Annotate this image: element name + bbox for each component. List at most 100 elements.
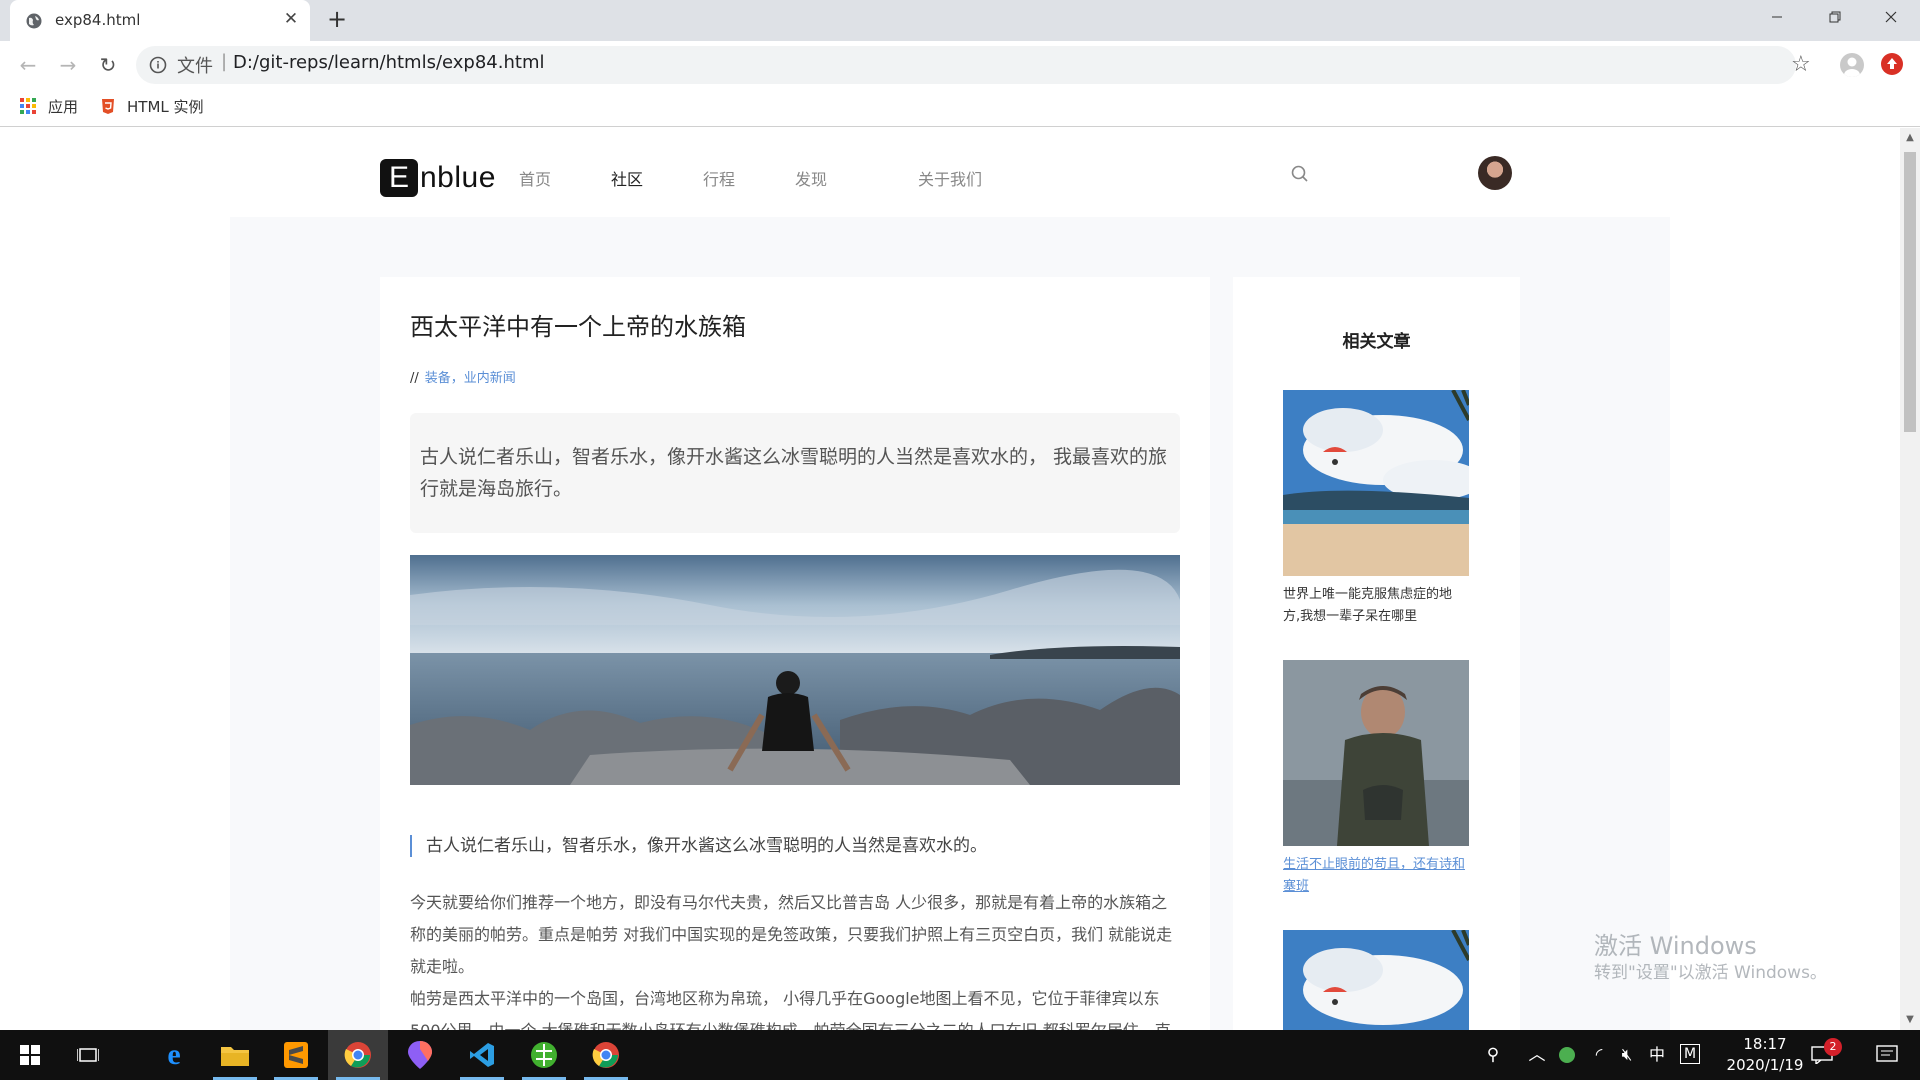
clock-time[interactable]: 18:17 — [1720, 1035, 1810, 1053]
vscode-icon — [470, 1043, 494, 1067]
scroll-down-icon[interactable]: ▼ — [1900, 1012, 1920, 1028]
folder-icon — [221, 1047, 249, 1066]
task-view-button[interactable] — [58, 1030, 118, 1080]
taskbar-map-app[interactable] — [390, 1030, 450, 1080]
article-quote: 古人说仁者乐山，智者乐水，像开水酱这么冰雪聪明的人当然是喜欢水的。 — [410, 835, 1180, 857]
chrome-icon — [592, 1042, 619, 1068]
restore-icon — [1829, 11, 1841, 23]
article-body: 今天就要给你们推荐一个地方，即没有马尔代夫贵，然后又比普吉岛 人少很多，那就是有… — [410, 887, 1180, 1030]
action-center-icon — [1876, 1045, 1898, 1062]
beach-parachute-photo — [1283, 930, 1469, 1030]
restore-button[interactable] — [1806, 0, 1864, 36]
close-icon — [1885, 11, 1897, 23]
windows-logo-icon — [20, 1045, 40, 1065]
taskbar-chrome[interactable] — [576, 1030, 636, 1080]
nav-trips[interactable]: 行程 — [703, 166, 735, 190]
chat-notification-button[interactable] — [1800, 1030, 1844, 1080]
clock-date[interactable]: 2020/1/19 — [1720, 1056, 1810, 1074]
scroll-thumb[interactable] — [1904, 152, 1916, 432]
beach-parachute-photo — [1283, 390, 1469, 576]
article-lead: 古人说仁者乐山，智者乐水，像开水酱这么冰雪聪明的人当然是喜欢水的， 我最喜欢的旅… — [410, 413, 1180, 533]
related-card-image[interactable] — [1283, 390, 1469, 576]
hero-image — [410, 555, 1180, 785]
activation-watermark-title: 激活 Windows — [1594, 932, 1757, 960]
bookmark-label: 应用 — [48, 97, 79, 116]
globe-icon — [26, 13, 42, 29]
related-card-image[interactable] — [1283, 930, 1469, 1030]
show-hidden-icons-chevron-icon[interactable]: ︿ — [1526, 1044, 1548, 1066]
people-icon[interactable]: ⚲ — [1482, 1044, 1504, 1066]
profile-avatar-button[interactable] — [1840, 53, 1864, 77]
html-logo-icon — [102, 99, 114, 114]
ime-mode-icon[interactable]: M — [1680, 1044, 1700, 1064]
seaside-photo — [410, 555, 1180, 785]
task-view-icon — [77, 1048, 99, 1062]
browser-tab[interactable]: exp84.html ✕ — [10, 0, 310, 41]
info-icon[interactable] — [148, 55, 168, 75]
nav-discover[interactable]: 发现 — [795, 166, 827, 190]
article-paragraph: 今天就要给你们推荐一个地方，即没有马尔代夫贵，然后又比普吉岛 人少很多，那就是有… — [410, 893, 1173, 976]
edge-icon: e — [167, 1038, 181, 1071]
article-title: 西太平洋中有一个上帝的水族箱 — [410, 313, 746, 341]
logo-wordmark: nblue — [420, 161, 496, 194]
back-button[interactable]: ← — [14, 51, 42, 79]
taskbar-green-app[interactable] — [514, 1030, 574, 1080]
windows-taskbar: e ⚲ ︿ ◜ 🔇︎ 中 M 18:17 2020/1/19 2 — [0, 1030, 1920, 1080]
download-arrow-icon — [1887, 58, 1897, 69]
new-tab-button[interactable]: + — [325, 7, 349, 32]
network-icon[interactable]: ◜ — [1588, 1044, 1610, 1066]
forward-arrow-icon: → — [59, 53, 77, 77]
action-center-button[interactable] — [1862, 1030, 1912, 1080]
balloon-pin-icon — [408, 1041, 432, 1069]
minimize-button[interactable] — [1748, 0, 1806, 36]
scroll-up-icon[interactable]: ▲ — [1900, 130, 1920, 146]
nav-home[interactable]: 首页 — [519, 166, 551, 190]
taskbar-chrome-active[interactable] — [328, 1030, 388, 1080]
article-paragraph: 帕劳是西太平洋中的一个岛国，台湾地区称为帛琉， 小得几乎在Google地图上看不… — [410, 989, 1171, 1030]
start-button[interactable] — [0, 1030, 60, 1080]
page-viewport: E nblue 首页 社区 行程 发现 关于我们 西太平洋中有一个上帝的水族箱 … — [0, 128, 1900, 1030]
volume-muted-icon[interactable]: 🔇︎ — [1616, 1044, 1638, 1066]
related-card-image[interactable] — [1283, 660, 1469, 846]
forward-button[interactable]: → — [54, 51, 82, 79]
user-avatar[interactable] — [1478, 156, 1512, 190]
browser-toolbar: ← → ↻ 文件 | D:/git-reps/learn/htmls/exp84… — [0, 41, 1920, 89]
activation-watermark-hint: 转到"设置"以激活 Windows。 — [1594, 963, 1827, 983]
bookmarks-bar: 应用 HTML 实例 — [0, 89, 1920, 127]
tab-strip: exp84.html ✕ + — [0, 0, 1920, 41]
tags-links[interactable]: 装备，业内新闻 — [425, 371, 516, 386]
article-card: 西太平洋中有一个上帝的水族箱 // 装备，业内新闻 古人说仁者乐山，智者乐水，像开… — [380, 277, 1210, 1030]
minimize-icon — [1772, 16, 1782, 18]
person-icon — [1844, 57, 1860, 77]
article-tags: // 装备，业内新闻 — [410, 367, 516, 386]
page-scrollbar[interactable]: ▲ ▼ — [1900, 128, 1920, 1030]
bookmark-star-icon[interactable]: ☆ — [1791, 54, 1813, 76]
reload-button[interactable]: ↻ — [94, 51, 122, 79]
url-text[interactable]: D:/git-reps/learn/htmls/exp84.html — [233, 52, 544, 73]
taskbar-vscode[interactable] — [452, 1030, 512, 1080]
site-container: E nblue 首页 社区 行程 发现 关于我们 西太平洋中有一个上帝的水族箱 … — [230, 128, 1670, 1030]
taskbar-sublime[interactable] — [266, 1030, 326, 1080]
tags-prefix: // — [410, 371, 419, 386]
close-tab-icon[interactable]: ✕ — [282, 10, 300, 28]
ime-indicator[interactable]: 中 — [1646, 1044, 1668, 1066]
related-card-title[interactable]: 世界上唯一能克服焦虑症的地方,我想一辈子呆在哪里 — [1283, 584, 1469, 628]
back-arrow-icon: ← — [19, 53, 37, 77]
bookmark-html-examples[interactable]: HTML 实例 — [99, 89, 204, 123]
green-globe-icon — [531, 1042, 557, 1068]
extension-button[interactable] — [1881, 53, 1903, 75]
taskbar-edge[interactable]: e — [144, 1030, 204, 1080]
site-logo[interactable]: E nblue — [380, 159, 496, 197]
file-scheme-label: 文件 — [177, 56, 213, 77]
taskbar-file-explorer[interactable] — [205, 1030, 265, 1080]
notification-count-badge: 2 — [1824, 1038, 1842, 1056]
related-articles-sidebar: 相关文章 世界上唯一能克服焦虑症的地方,我想一辈子呆在哪里 生活不止眼前的苟且，… — [1233, 277, 1520, 1030]
chrome-icon — [344, 1042, 371, 1068]
close-window-button[interactable] — [1862, 0, 1920, 36]
search-icon[interactable] — [1290, 164, 1310, 184]
security-status-icon[interactable] — [1556, 1044, 1578, 1066]
related-card-title[interactable]: 生活不止眼前的苟且，还有诗和塞班 — [1283, 854, 1469, 898]
bookmark-apps[interactable]: 应用 — [20, 89, 78, 123]
nav-about[interactable]: 关于我们 — [918, 166, 982, 190]
nav-community[interactable]: 社区 — [611, 166, 643, 190]
